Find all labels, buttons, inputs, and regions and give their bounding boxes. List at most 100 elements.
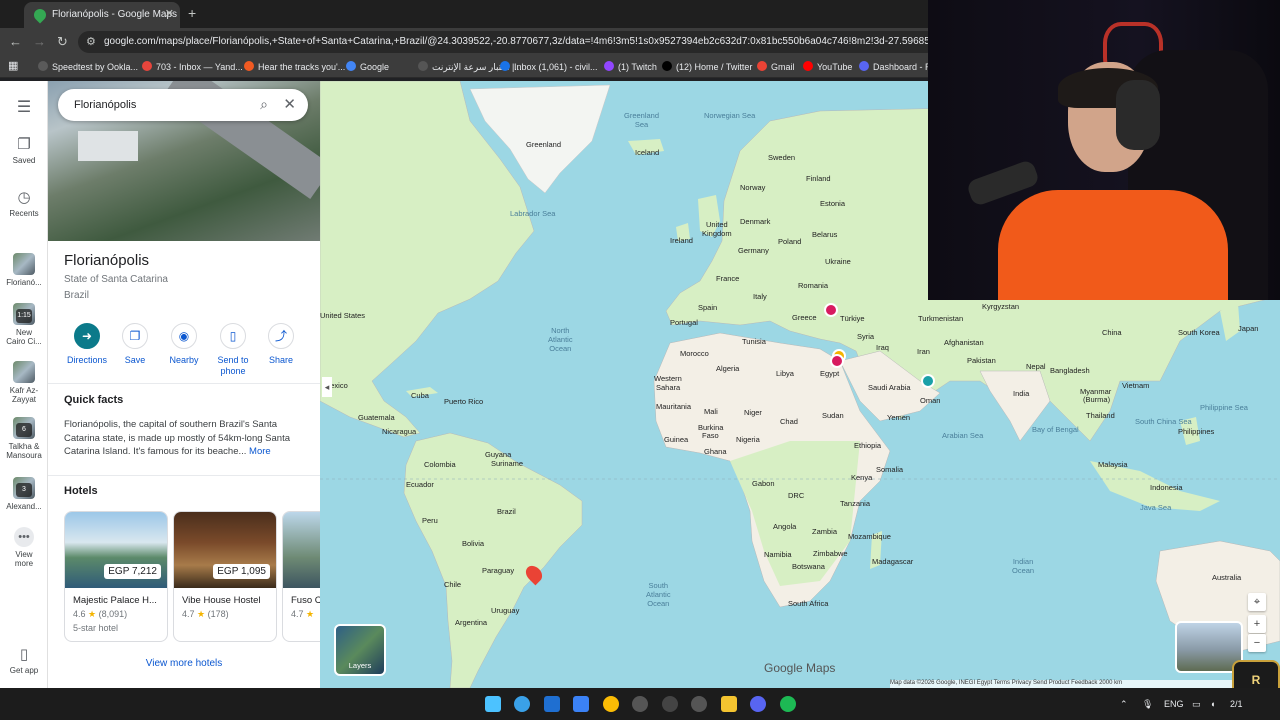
bookmark-item[interactable]: Speedtest by Ookla... <box>38 61 138 72</box>
recent-place-item[interactable]: 6 Talkha & Mansoura <box>0 417 48 460</box>
new-tab-button[interactable]: + <box>188 5 196 21</box>
bookmark-icon: ❐ <box>122 323 148 349</box>
hotel-card[interactable]: EGP 7,212 Majestic Palace H... 4.6 ★ (8,09… <box>64 511 168 642</box>
country-label: Estonia <box>820 199 846 208</box>
hotel-rating: 4.7 ★ <box>291 609 314 620</box>
recent-place-item[interactable]: 1:15 New Cairo Ci... <box>0 303 48 346</box>
microphone-tray-icon[interactable]: 🎙 <box>1142 699 1153 710</box>
site-info-icon[interactable]: ⚙ <box>86 35 96 48</box>
send-to-button[interactable]: ▯ Send to phone <box>208 323 258 377</box>
apps-icon[interactable]: ▦ <box>8 59 18 72</box>
nearby-button[interactable]: ◉ Nearby <box>159 323 209 366</box>
back-icon[interactable]: ← <box>9 34 22 49</box>
chrome-icon[interactable] <box>603 696 619 712</box>
close-tab-icon[interactable]: ✕ <box>165 7 174 20</box>
bookmark-label: (1) Twitch <box>618 62 657 72</box>
mail-icon[interactable] <box>544 696 560 712</box>
country-label: Pakistan <box>967 356 996 365</box>
start-icon[interactable] <box>485 696 501 712</box>
recent-place-thumbnail <box>13 253 35 275</box>
bookmark-item[interactable]: Inbox (1,061) - civil... <box>500 61 598 72</box>
star-icon: ★ <box>303 609 315 619</box>
bookmark-item[interactable]: Google <box>346 61 389 72</box>
rating-value: 4.7 <box>182 609 195 619</box>
country-label: Niger <box>744 408 762 417</box>
country-label: DRC <box>788 491 805 500</box>
discord-icon[interactable] <box>750 696 766 712</box>
wordpress-icon[interactable] <box>691 696 707 712</box>
country-label: Philippines <box>1178 427 1215 436</box>
bookmark-item[interactable]: (1) Twitch <box>604 61 657 72</box>
bookmark-item[interactable]: Gmail <box>757 61 795 72</box>
view-more-label-1: View <box>15 550 33 559</box>
network-icon[interactable]: ▭ <box>1192 699 1201 710</box>
saved-place-pin[interactable] <box>921 374 935 388</box>
country-label: South Africa <box>788 599 829 608</box>
view-more-button[interactable]: ••• View more <box>0 527 48 568</box>
search-icon[interactable]: ⌕ <box>260 96 268 113</box>
address-bar[interactable]: ⚙ google.com/maps/place/Florianópolis,+S… <box>78 31 938 53</box>
save-button[interactable]: ❐ Save <box>110 323 160 366</box>
view-more-hotels-link[interactable]: View more hotels <box>48 658 320 669</box>
map-attribution: Map data ©2026 Google, INEGI Egypt Terms… <box>890 680 1280 688</box>
recent-place-item[interactable]: Florianó... <box>0 253 48 287</box>
recent-place-item[interactable]: 3 Alexand... <box>0 477 48 511</box>
hotel-card[interactable]: Fuso C 4.7 ★ <box>282 511 320 642</box>
saved-place-pin[interactable] <box>830 354 844 368</box>
country-label: Puerto Rico <box>444 397 484 406</box>
clock[interactable]: 2/1 <box>1230 699 1243 709</box>
quick-facts-heading: Quick facts <box>64 394 124 406</box>
action-label: Save <box>124 355 146 365</box>
bookmark-item[interactable]: 703 - Inbox — Yand... <box>142 61 243 72</box>
saved-place-pin[interactable] <box>824 303 838 317</box>
country-label: Denmark <box>740 217 771 226</box>
app-4k-icon[interactable] <box>662 696 678 712</box>
obs-icon[interactable] <box>632 696 648 712</box>
place-title: Florianópolis <box>64 252 150 269</box>
language-indicator[interactable]: ENG <box>1164 699 1184 709</box>
tray-overflow-icon[interactable]: ⌃ <box>1120 699 1128 710</box>
hotel-card[interactable]: EGP 1,095 Vibe House Hostel 4.7 ★ (178) <box>173 511 277 642</box>
country-label: Romania <box>798 281 829 290</box>
desktop-icon[interactable] <box>573 696 589 712</box>
reload-icon[interactable]: ↻ <box>57 34 68 50</box>
quick-facts-more-link[interactable]: More <box>249 446 271 457</box>
bookmark-label: (12) Home / Twitter <box>676 62 753 72</box>
zoom-out-button[interactable]: − <box>1248 634 1266 652</box>
country-label: Algeria <box>716 364 740 373</box>
recent-place-item[interactable]: Kafr Az- Zayyat <box>0 361 48 404</box>
clear-search-icon[interactable]: ✕ <box>283 95 296 113</box>
my-location-icon[interactable]: ⌖ <box>1248 593 1266 611</box>
zoom-in-button[interactable]: + <box>1248 615 1266 633</box>
edge-icon[interactable] <box>514 696 530 712</box>
person-shirt <box>998 190 1228 300</box>
bookmark-item[interactable]: YouTube <box>803 61 852 72</box>
recents-button[interactable]: ◷ Recents <box>0 188 48 218</box>
bookmark-item[interactable]: (12) Home / Twitter <box>662 61 752 72</box>
volume-icon[interactable]: ◖ <box>1210 699 1215 709</box>
country-label: Paraguay <box>482 566 515 575</box>
get-app-button[interactable]: ▯ Get app <box>0 645 48 675</box>
share-button[interactable]: ⤴ Share <box>256 323 306 366</box>
menu-button[interactable]: ☰ <box>0 97 48 120</box>
bookmark-item[interactable]: Hear the tracks you'... <box>244 61 345 72</box>
country-label: Ghana <box>704 447 727 456</box>
ocean-label: Philippine Sea <box>1200 403 1248 412</box>
tab-google-maps[interactable]: Florianópolis - Google Maps ✕ <box>24 2 180 28</box>
bookmark-item[interactable]: Dashboard - Re <box>859 61 937 72</box>
directions-icon: ➜ <box>74 323 100 349</box>
search-box[interactable]: Florianópolis ⌕ ✕ <box>58 89 308 121</box>
collapse-panel-icon[interactable]: ◂ <box>322 377 332 397</box>
recent-place-badge: 3 <box>16 483 32 497</box>
forward-icon[interactable]: → <box>33 34 46 49</box>
country-label: Greece <box>792 313 817 322</box>
saved-button[interactable]: ❐ Saved <box>0 135 48 165</box>
file-explorer-icon[interactable] <box>721 696 737 712</box>
search-input[interactable]: Florianópolis <box>74 99 136 111</box>
menu-icon: ☰ <box>16 99 32 116</box>
bookmark-favicon-icon <box>244 61 254 71</box>
directions-button[interactable]: ➜ Directions <box>62 323 112 366</box>
spotify-icon[interactable] <box>780 696 796 712</box>
layers-button[interactable]: Layers <box>334 624 386 676</box>
country-label: Yemen <box>887 413 911 422</box>
